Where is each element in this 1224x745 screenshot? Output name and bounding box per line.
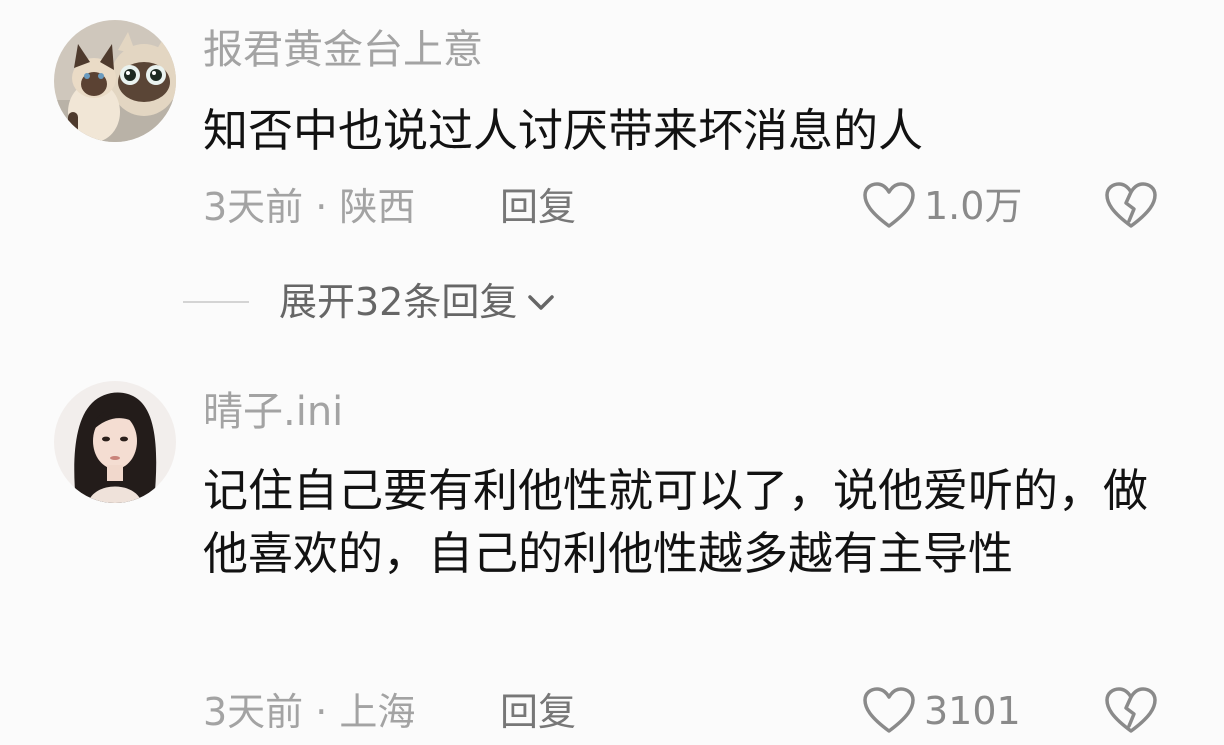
like-button[interactable]: 1.0万	[862, 181, 1022, 231]
dislike-button[interactable]	[1104, 181, 1158, 231]
comment-text: 知否中也说过人讨厌带来坏消息的人	[203, 104, 924, 157]
broken-heart-icon	[1105, 687, 1157, 733]
chevron-down-icon	[528, 295, 555, 310]
like-button[interactable]: 3101	[862, 686, 1021, 736]
username[interactable]: 报君黄金台上意	[203, 26, 483, 74]
dislike-button[interactable]	[1104, 686, 1158, 736]
heart-icon	[863, 687, 915, 733]
comment-text: 记住自己要有利他性就可以了，说他爱听的，做他喜欢的，自己的利他性越多越有主导性	[203, 464, 1149, 580]
broken-heart-icon	[1105, 182, 1157, 228]
avatar[interactable]	[54, 20, 176, 142]
expand-replies-button[interactable]: 展开32条回复	[183, 278, 557, 326]
comment-list: 报君黄金台上意 知否中也说过人讨厌带来坏消息的人 3天前 · 陕西 回复 1.0…	[0, 0, 1224, 745]
divider-line	[183, 301, 249, 303]
expand-replies-label: 展开32条回复	[279, 280, 518, 324]
like-count: 1.0万	[924, 184, 1023, 228]
comment-time-location: 3天前 · 陕西	[203, 185, 416, 229]
username[interactable]: 晴子.ini	[203, 388, 343, 436]
like-count: 3101	[924, 689, 1021, 733]
heart-icon	[863, 182, 915, 228]
reply-button[interactable]: 回复	[500, 183, 576, 231]
avatar[interactable]	[54, 381, 176, 503]
reply-button[interactable]: 回复	[500, 688, 576, 736]
comment-time-location: 3天前 · 上海	[203, 690, 416, 734]
